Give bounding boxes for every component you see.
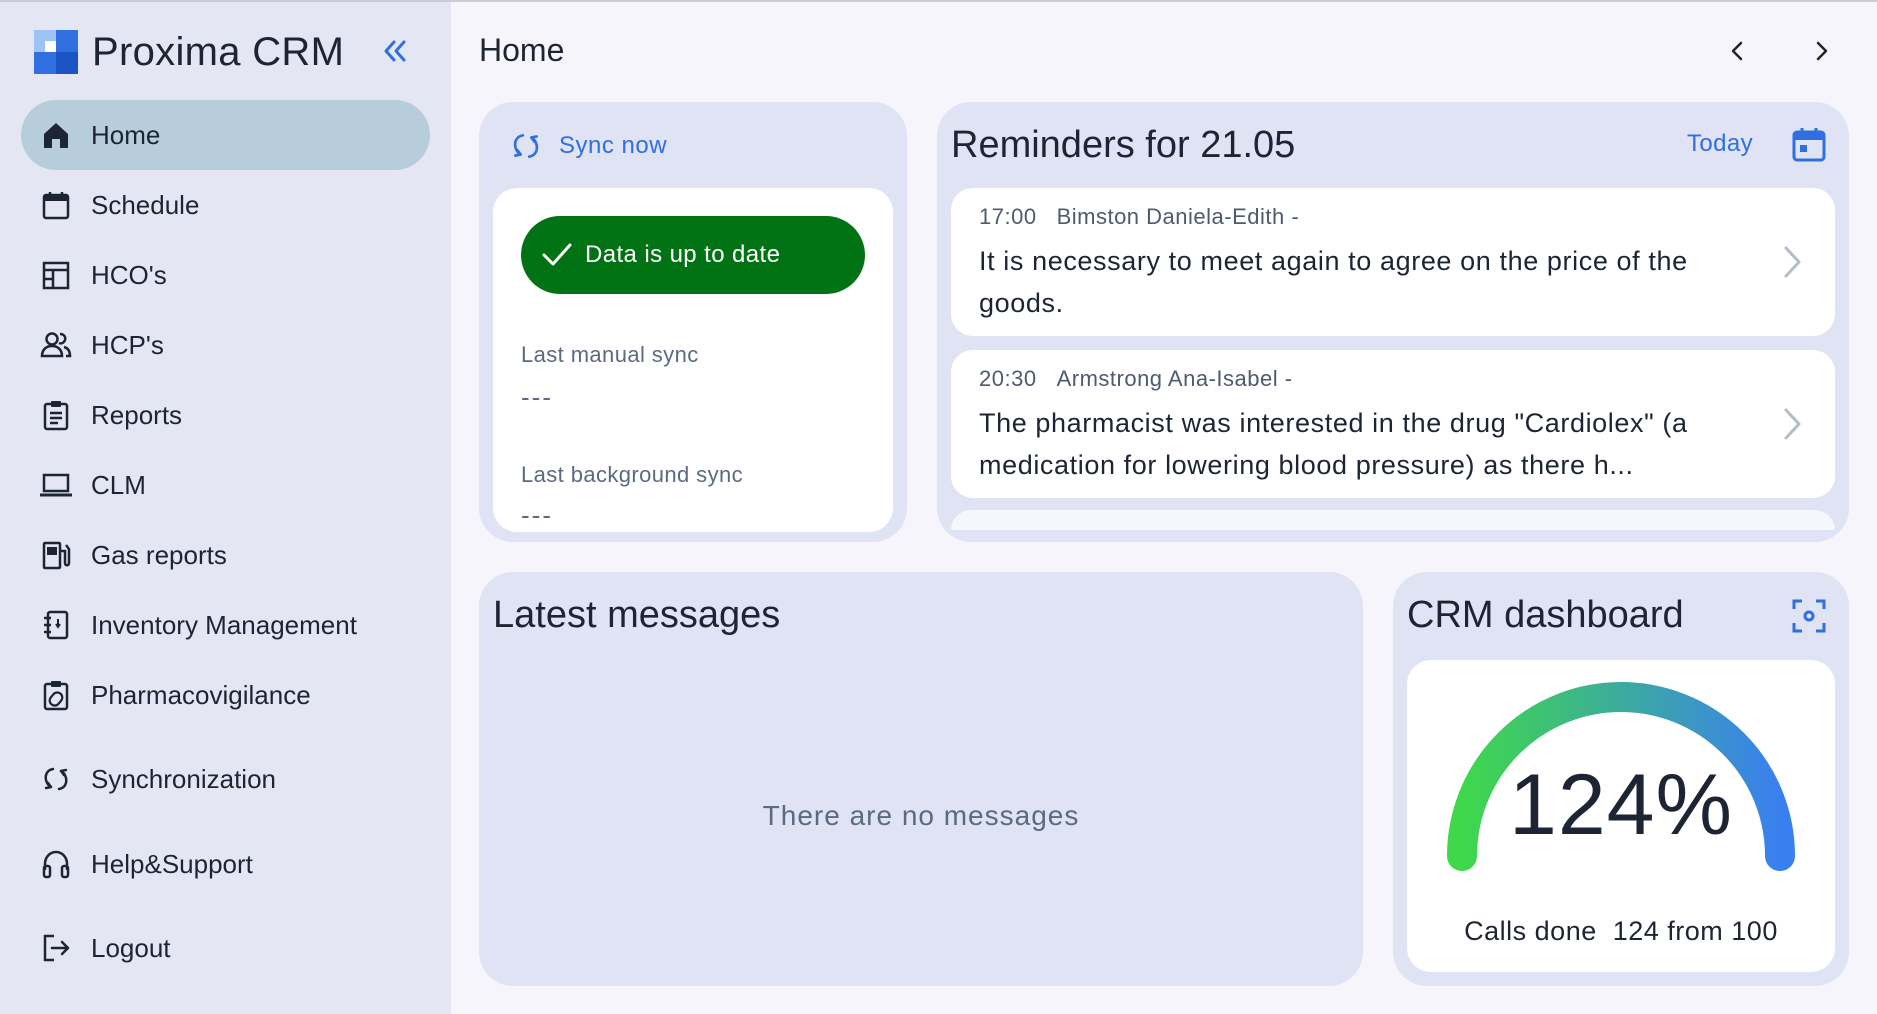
proxima-logo-icon <box>34 30 78 74</box>
sidebar-item-clm[interactable]: CLM <box>21 450 430 520</box>
logout-icon <box>37 929 75 967</box>
crm-dashboard-title: CRM dashboard <box>1407 594 1684 636</box>
reminder-person: Armstrong Ana-Isabel - <box>1056 366 1293 391</box>
sidebar-item-logout[interactable]: Logout <box>21 913 430 983</box>
brand[interactable]: Proxima CRM <box>34 28 344 76</box>
sidebar-item-label: Schedule <box>91 189 200 220</box>
sidebar-item-label: Inventory Management <box>91 609 357 640</box>
calendar-icon <box>1792 128 1826 162</box>
page-title: Home <box>479 32 565 68</box>
reminders-title: Reminders for 21.05 <box>951 124 1296 166</box>
sidebar-item-reports[interactable]: Reports <box>21 380 430 450</box>
sidebar-item-pharmacovigilance[interactable]: Pharmacovigilance <box>21 660 430 730</box>
sync-now-button[interactable]: Sync now <box>509 126 667 166</box>
focus-expand-icon <box>1792 599 1826 633</box>
sidebar-item-inventory[interactable]: Inventory Management <box>21 590 430 660</box>
calls-summary: Calls done 124 from 100 <box>1407 916 1835 947</box>
notebook-icon <box>37 606 75 644</box>
chevron-right-icon <box>1784 408 1801 440</box>
building-icon <box>37 256 75 294</box>
sidebar-item-hcos[interactable]: HCO's <box>21 240 430 310</box>
users-icon <box>37 326 75 364</box>
sidebar-item-label: CLM <box>91 469 146 500</box>
sidebar-item-gas-reports[interactable]: Gas reports <box>21 520 430 590</box>
clipboard-pill-icon <box>37 676 75 714</box>
sidebar-item-hcps[interactable]: HCP's <box>21 310 430 380</box>
clipboard-icon <box>37 396 75 434</box>
expand-dashboard-button[interactable] <box>1789 596 1829 636</box>
sync-status-badge: Data is up to date <box>521 216 865 294</box>
empty-messages-text: There are no messages <box>762 800 1080 831</box>
calls-value: 124 from 100 <box>1612 916 1778 946</box>
last-manual-sync-value: --- <box>521 382 553 412</box>
chevron-right-icon <box>1784 246 1801 278</box>
forward-button[interactable] <box>1802 32 1840 70</box>
laptop-icon <box>37 466 75 504</box>
sync-icon <box>37 760 75 798</box>
last-background-sync-value: --- <box>521 500 553 530</box>
today-button[interactable]: Today <box>1687 130 1753 158</box>
reminder-text: It is necessary to meet again to agree o… <box>979 246 1688 318</box>
chevron-left-icon <box>1731 41 1743 61</box>
sidebar-item-home[interactable]: Home <box>21 100 430 170</box>
crm-dashboard-card: CRM dashboard 124% Calls done 124 from 10… <box>1393 572 1849 986</box>
checkmark-icon <box>542 243 572 266</box>
last-manual-sync-label: Last manual sync <box>521 342 699 367</box>
reminder-item[interactable]: 20:30 Armstrong Ana-Isabel - The pharmaci… <box>951 350 1835 498</box>
sync-status-text: Data is up to date <box>585 241 781 268</box>
calendar-icon <box>37 186 75 224</box>
reminder-meta: 17:00 Bimston Daniela-Edith - <box>979 204 1299 230</box>
sync-card: Sync now Data is up to date Last manual … <box>479 102 907 542</box>
window-top-border <box>0 0 1877 2</box>
sidebar-item-label: Synchronization <box>91 763 276 794</box>
sidebar-item-label: Help&Support <box>91 848 253 879</box>
main-content: Home Sync now Data is up to date Last ma… <box>451 0 1877 1014</box>
gauge-value: 124% <box>1509 757 1733 853</box>
reminder-time: 20:30 <box>979 366 1037 391</box>
sidebar-item-label: Logout <box>91 932 171 963</box>
sidebar-item-label: HCP's <box>91 329 164 360</box>
back-button[interactable] <box>1719 32 1757 70</box>
reminder-item-peek <box>951 510 1835 530</box>
reminder-time: 17:00 <box>979 204 1037 229</box>
gas-station-icon <box>37 536 75 574</box>
sidebar-item-label: Home <box>91 119 161 150</box>
sidebar-item-synchronization[interactable]: Synchronization <box>21 744 430 814</box>
reminder-meta: 20:30 Armstrong Ana-Isabel - <box>979 366 1293 392</box>
calendar-picker-button[interactable] <box>1789 124 1829 164</box>
collapse-sidebar-button[interactable] <box>376 32 414 70</box>
latest-messages-card: Latest messages There are no messages <box>479 572 1363 986</box>
chevron-right-icon <box>1816 41 1828 61</box>
double-chevron-left-icon <box>384 40 406 62</box>
sidebar-item-schedule[interactable]: Schedule <box>21 170 430 240</box>
sidebar-item-help-support[interactable]: Help&Support <box>21 829 430 899</box>
reminder-item[interactable]: 17:00 Bimston Daniela-Edith - It is neces… <box>951 188 1835 336</box>
sidebar-item-label: Pharmacovigilance <box>91 679 311 710</box>
crm-gauge-panel: 124% Calls done 124 from 100 <box>1407 660 1835 972</box>
reminders-card: Reminders for 21.05 Today 17:00 Bimston D… <box>937 102 1849 542</box>
reminder-person: Bimston Daniela-Edith - <box>1056 204 1300 229</box>
home-icon <box>37 116 75 154</box>
sidebar-item-label: Gas reports <box>91 539 227 570</box>
sync-now-label: Sync now <box>559 132 668 159</box>
app-name: Proxima CRM <box>92 29 345 74</box>
calls-label: Calls done <box>1464 916 1597 946</box>
sidebar: Proxima CRM Home Schedule HCO's HCP's Re… <box>0 0 451 1014</box>
sync-icon <box>513 134 539 158</box>
reminder-text: The pharmacist was interested in the dru… <box>979 408 1688 480</box>
sidebar-item-label: HCO's <box>91 259 167 290</box>
sync-status-panel: Data is up to date Last manual sync --- … <box>493 188 893 532</box>
last-background-sync-label: Last background sync <box>521 462 744 487</box>
sidebar-item-label: Reports <box>91 399 183 430</box>
headset-icon <box>37 845 75 883</box>
latest-messages-title: Latest messages <box>493 594 781 636</box>
